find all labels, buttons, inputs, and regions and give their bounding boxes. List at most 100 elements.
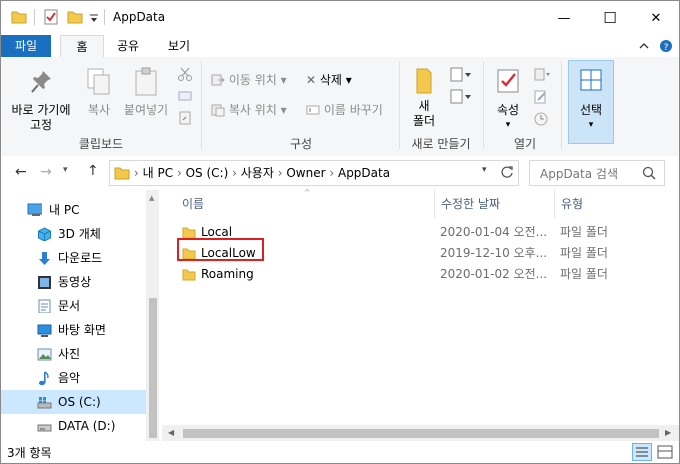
minimize-button[interactable]: — [541, 1, 587, 35]
sidebar-item-this-pc[interactable]: 내 PC [1, 198, 146, 222]
sidebar-item-music[interactable]: 음악 [1, 366, 146, 390]
breadcrumb-item[interactable]: 내 PC [143, 166, 173, 180]
breadcrumb-item[interactable]: 사용자 [241, 166, 274, 180]
file-type: 파일 폴더 [560, 225, 608, 239]
move-to-label: 이동 위치 [228, 73, 277, 87]
recent-locations-icon[interactable]: ▾ [63, 165, 68, 175]
folder-icon [11, 11, 27, 24]
sidebar-item-label: 바탕 화면 [58, 323, 106, 337]
sidebar-item-documents[interactable]: 문서 [1, 294, 146, 318]
up-arrow-icon[interactable]: ↑ [87, 163, 99, 179]
open-icon[interactable] [533, 67, 551, 83]
customize-quick-access-icon[interactable] [89, 14, 99, 24]
tab-view[interactable]: 보기 [159, 35, 199, 57]
sidebar-item-data-d[interactable]: DATA (D:) [1, 414, 146, 438]
horizontal-scroll-thumb[interactable] [183, 429, 659, 438]
tab-file[interactable]: 파일 [1, 35, 51, 57]
scroll-up-icon[interactable]: ▲ [149, 194, 154, 202]
new-folder-label: 새 폴더 [412, 99, 436, 128]
copy-to-button[interactable]: 복사 위치 ▾ [211, 103, 287, 121]
breadcrumb-item[interactable]: Owner [286, 166, 325, 180]
breadcrumb: › 내 PC › OS (C:) › 사용자 › Owner › AppData [134, 165, 390, 181]
close-icon: ✕ [650, 10, 662, 26]
column-header-type[interactable]: 유형 [561, 190, 583, 218]
column-header-name[interactable]: 이름 [182, 190, 204, 218]
sort-indicator-icon: ^ [304, 188, 311, 197]
sidebar-item-3d-objects[interactable]: 3D 개체 [1, 222, 146, 246]
large-icons-view-icon[interactable] [655, 443, 675, 461]
sidebar-item-label: 문서 [58, 299, 81, 313]
file-list: ^ 이름 수정한 날짜 유형 Local 2020-01-04 오전... 파일… [162, 188, 679, 441]
sidebar-item-label: 내 PC [49, 203, 80, 217]
tab-home[interactable]: 홈 [60, 35, 104, 59]
new-item-icon[interactable] [449, 67, 473, 83]
cut-icon[interactable] [178, 67, 192, 81]
pictures-icon [37, 348, 52, 361]
sidebar-scroll-thumb[interactable] [149, 298, 157, 438]
address-bar[interactable]: › 내 PC › OS (C:) › 사용자 › Owner › AppData… [109, 160, 519, 186]
column-header-date[interactable]: 수정한 날짜 [441, 190, 500, 218]
sidebar-item-downloads[interactable]: 다운로드 [1, 246, 146, 270]
new-folder-button[interactable]: 새 폴더 [405, 67, 443, 131]
easy-access-icon[interactable] [449, 89, 473, 105]
divider [34, 9, 35, 25]
address-dropdown-icon[interactable]: ▾ [482, 165, 487, 175]
breadcrumb-item[interactable]: OS (C:) [186, 166, 229, 180]
paste-shortcut-icon[interactable] [178, 111, 192, 125]
sidebar-item-desktop[interactable]: 바탕 화면 [1, 318, 146, 342]
delete-icon: ✕ [306, 73, 317, 87]
navigation-pane: 내 PC 3D 개체 다운로드 동영상 문서 바탕 화면 사진 음악 OS (C… [1, 190, 161, 441]
edit-icon[interactable] [533, 89, 551, 105]
copy-path-icon[interactable] [178, 89, 192, 103]
select-grid-icon [580, 69, 602, 91]
scroll-left-icon[interactable]: ◀ [168, 428, 174, 437]
history-icon[interactable] [533, 111, 551, 127]
sidebar-item-label: 음악 [58, 371, 81, 385]
column-divider[interactable] [434, 190, 435, 218]
breadcrumb-separator-icon: › [329, 166, 335, 180]
pin-label: 바로 가기에 고정 [11, 103, 71, 132]
document-icon [38, 299, 51, 313]
new-folder-quick-icon[interactable] [67, 9, 83, 25]
details-view-icon[interactable] [632, 443, 652, 461]
sidebar-item-videos[interactable]: 동영상 [1, 270, 146, 294]
breadcrumb-item[interactable]: AppData [338, 166, 390, 180]
list-item[interactable]: Roaming 2020-01-02 오전... 파일 폴더 [162, 264, 662, 285]
file-date: 2020-01-02 오전... [440, 267, 548, 281]
sidebar-item-pictures[interactable]: 사진 [1, 342, 146, 366]
paste-button[interactable]: 붙여넣기 [121, 67, 171, 121]
rename-button[interactable]: 이름 바꾸기 [306, 103, 383, 121]
properties-button[interactable]: 속성 ▾ [489, 67, 527, 131]
maximize-button[interactable]: ☐ [587, 1, 633, 35]
sidebar-item-label: 사진 [58, 347, 81, 361]
search-icon [642, 166, 656, 180]
file-date: 2020-01-04 오전... [440, 225, 548, 239]
move-to-icon [211, 74, 225, 86]
properties-check-icon[interactable] [43, 9, 59, 25]
pin-to-quick-access-button[interactable]: 바로 가기에 고정 [9, 69, 73, 133]
scroll-right-icon[interactable]: ▶ [665, 428, 671, 437]
music-icon [39, 371, 49, 385]
copy-to-label: 복사 위치 [228, 103, 277, 117]
divider [104, 9, 105, 25]
tab-share[interactable]: 공유 [109, 35, 147, 57]
ribbon: 바로 가기에 고정 복사 붙여넣기 클립보드 이동 위치 ▾ 복사 위치 ▾ ✕… [1, 57, 679, 157]
column-divider[interactable] [554, 190, 555, 218]
help-icon[interactable]: ? [659, 39, 673, 53]
new-group-label: 새로 만들기 [411, 137, 471, 151]
select-label: 선택 [579, 103, 603, 117]
ribbon-collapse-icon[interactable] [639, 41, 649, 51]
search-input[interactable]: AppData 검색 [540, 165, 618, 182]
back-arrow-icon[interactable]: ← [15, 164, 27, 180]
search-box[interactable]: AppData 검색 [529, 160, 665, 186]
forward-arrow-icon[interactable]: → [40, 164, 52, 180]
delete-button[interactable]: ✕ 삭제 ▾ [306, 73, 352, 91]
select-button[interactable]: 선택 ▾ [568, 60, 614, 144]
breadcrumb-separator-icon: › [277, 166, 283, 180]
copy-button[interactable]: 복사 [81, 67, 117, 121]
sidebar-item-os-c[interactable]: OS (C:) [1, 390, 146, 414]
refresh-icon[interactable] [500, 165, 514, 179]
close-button[interactable]: ✕ [633, 1, 679, 35]
organize-group-label: 구성 [289, 137, 313, 151]
move-to-button[interactable]: 이동 위치 ▾ [211, 73, 287, 91]
